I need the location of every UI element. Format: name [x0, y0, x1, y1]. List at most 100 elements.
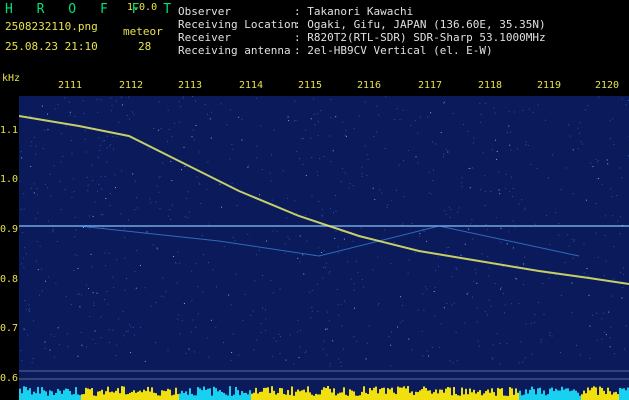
noise-speck [130, 352, 132, 354]
noise-speck [604, 331, 606, 333]
level-bar [425, 388, 427, 400]
noise-speck [455, 332, 457, 333]
noise-speck [464, 243, 466, 245]
noise-speck [514, 111, 516, 113]
noise-speck [52, 230, 53, 232]
level-bar [31, 394, 33, 400]
noise-speck [195, 100, 196, 102]
noise-speck [463, 123, 465, 125]
noise-speck [353, 336, 355, 338]
x-tick-label: 2120 [595, 80, 620, 91]
noise-speck [144, 360, 146, 362]
noise-speck [87, 184, 89, 186]
noise-speck [587, 105, 589, 107]
noise-speck [443, 307, 445, 309]
level-bar [117, 388, 119, 400]
level-bar [297, 389, 299, 400]
noise-speck [522, 361, 524, 363]
level-bar [39, 393, 41, 400]
noise-speck [512, 220, 514, 222]
header-panel: H R O F F T 1.0.0 2508232110.png meteor … [0, 0, 629, 72]
noise-speck [329, 362, 331, 364]
level-bar [597, 394, 599, 400]
noise-speck [596, 339, 598, 341]
noise-speck [155, 201, 157, 203]
noise-speck [37, 269, 39, 271]
level-bar [575, 390, 577, 400]
noise-speck [506, 132, 508, 134]
level-bar [477, 391, 479, 400]
noise-speck [323, 250, 325, 252]
noise-speck [472, 167, 473, 169]
level-bar [523, 394, 525, 400]
noise-speck [591, 314, 593, 316]
x-tick-label: 2111 [58, 80, 83, 91]
level-bar [441, 389, 443, 400]
level-bar [451, 395, 453, 400]
noise-speck [56, 240, 58, 242]
noise-speck [364, 145, 366, 147]
noise-speck [77, 293, 79, 295]
noise-speck [30, 166, 32, 167]
noise-speck [168, 129, 170, 130]
y-tick-label: 0.9 [0, 224, 19, 235]
noise-speck [445, 149, 447, 151]
noise-speck [265, 318, 267, 320]
noise-speck [126, 278, 127, 279]
noise-speck [220, 103, 222, 105]
noise-speck [598, 96, 600, 98]
noise-speck [476, 321, 478, 323]
level-bar [255, 387, 257, 400]
noise-speck [92, 215, 94, 217]
noise-speck [317, 175, 319, 177]
noise-speck [116, 344, 118, 346]
noise-speck [231, 144, 233, 145]
noise-speck [453, 302, 455, 304]
level-bar [403, 386, 405, 400]
noise-speck [417, 162, 419, 164]
noise-speck [298, 357, 300, 359]
noise-speck [262, 307, 263, 309]
noise-speck [443, 101, 445, 103]
noise-speck [20, 350, 22, 351]
noise-speck [311, 157, 313, 158]
noise-speck [430, 112, 432, 114]
y-tick-label: 1.0 [0, 174, 19, 185]
spectrogram-background [19, 96, 629, 400]
level-bar [549, 388, 551, 400]
level-bar [393, 392, 395, 400]
noise-speck [102, 214, 104, 215]
noise-speck [534, 314, 536, 316]
noise-speck [518, 203, 520, 205]
noise-speck [323, 267, 325, 269]
noise-speck [609, 138, 611, 140]
level-bar [47, 395, 49, 400]
noise-speck [156, 185, 158, 187]
noise-speck [621, 297, 623, 299]
noise-speck [558, 234, 560, 236]
noise-speck [121, 96, 122, 98]
noise-speck [223, 342, 224, 343]
noise-speck [310, 137, 312, 139]
level-bar [465, 388, 467, 400]
noise-speck [485, 224, 487, 226]
noise-speck [443, 153, 445, 155]
level-bar [541, 393, 543, 400]
level-bar [125, 394, 127, 400]
noise-speck [113, 286, 115, 288]
noise-speck [180, 106, 182, 108]
level-bar [231, 395, 233, 400]
noise-speck [500, 288, 502, 290]
noise-speck [353, 283, 355, 285]
noise-speck [93, 305, 95, 306]
noise-speck [270, 180, 272, 182]
noise-speck [30, 145, 32, 147]
noise-speck [414, 120, 416, 122]
noise-speck [335, 116, 337, 118]
level-bar [213, 386, 215, 400]
noise-speck [271, 154, 272, 156]
noise-speck [21, 263, 23, 265]
noise-speck [508, 231, 510, 233]
noise-speck [482, 152, 484, 154]
level-bar [165, 391, 167, 400]
